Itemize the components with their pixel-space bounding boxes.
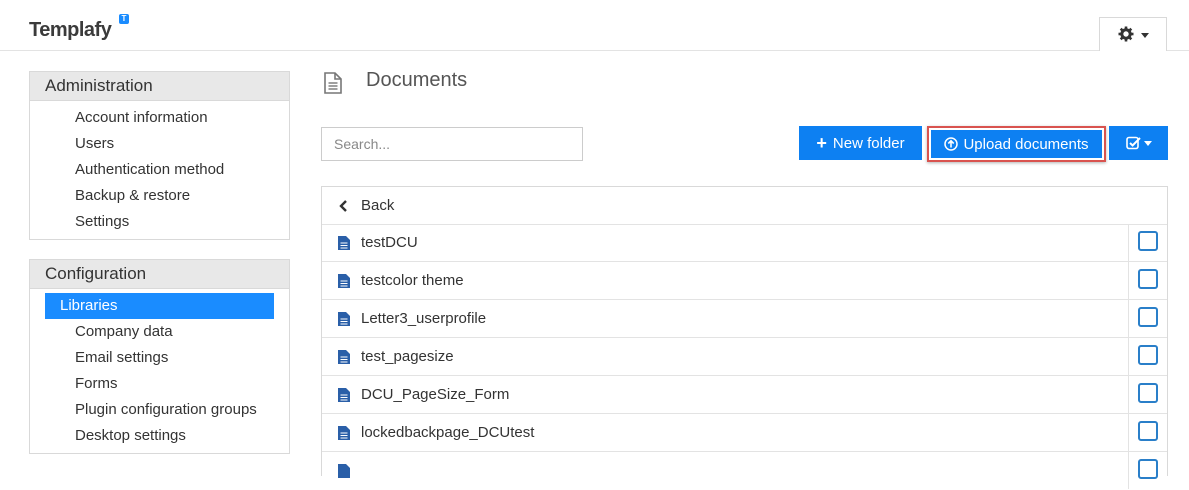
file-icon [338, 274, 350, 288]
file-name[interactable]: testcolor theme [361, 262, 464, 299]
list-item[interactable]: testDCU [322, 224, 1167, 262]
back-row[interactable]: Back [322, 187, 1167, 225]
new-folder-button[interactable]: + New folder [799, 126, 922, 160]
logo-badge: T [119, 14, 129, 24]
checkbox-cell [1128, 414, 1168, 451]
row-checkbox[interactable] [1138, 383, 1158, 403]
checkbox-cell [1128, 376, 1168, 413]
settings-dropdown-button[interactable] [1099, 17, 1167, 51]
row-checkbox[interactable] [1138, 231, 1158, 251]
document-icon [324, 72, 342, 94]
file-icon [338, 464, 350, 478]
chevron-left-icon [339, 200, 347, 212]
configuration-panel: Configuration Libraries Company data Ema… [29, 259, 290, 454]
search-input[interactable] [321, 127, 583, 161]
upload-circle-icon [944, 137, 959, 151]
row-checkbox[interactable] [1138, 459, 1158, 479]
checkbox-cell [1128, 224, 1168, 261]
logo[interactable]: Templafy [29, 19, 112, 42]
configuration-heading: Configuration [30, 260, 289, 289]
row-checkbox[interactable] [1138, 345, 1158, 365]
file-name[interactable]: testDCU [361, 224, 418, 261]
sidebar-item-account-information[interactable]: Account information [45, 105, 274, 131]
file-name[interactable]: Letter3_userprofile [361, 300, 486, 337]
chevron-down-icon [1143, 140, 1152, 146]
administration-heading: Administration [30, 72, 289, 101]
file-icon [338, 236, 350, 250]
upload-highlight: Upload documents [927, 126, 1106, 162]
bulk-select-dropdown-button[interactable] [1109, 126, 1168, 160]
upload-documents-label: Upload documents [963, 135, 1089, 153]
checkbox-cell [1128, 300, 1168, 337]
sidebar-item-plugin-configuration-groups[interactable]: Plugin configuration groups [45, 397, 274, 423]
file-icon [338, 426, 350, 440]
checkbox-cell [1128, 452, 1168, 489]
file-icon [338, 388, 350, 402]
row-checkbox[interactable] [1138, 421, 1158, 441]
list-item[interactable]: DCU_PageSize_Form [322, 376, 1167, 414]
back-label: Back [361, 197, 395, 214]
check-square-icon [1125, 136, 1141, 150]
document-list: Back testDCU testcolor theme Letter3_use… [321, 186, 1168, 489]
top-bar: Templafy T [0, 0, 1189, 51]
list-item-partial[interactable] [322, 452, 1167, 490]
sidebar-item-libraries[interactable]: Libraries [45, 293, 274, 319]
row-checkbox[interactable] [1138, 269, 1158, 289]
plus-icon: + [816, 133, 827, 153]
checkbox-cell [1128, 262, 1168, 299]
list-item[interactable]: testcolor theme [322, 262, 1167, 300]
file-name[interactable]: test_pagesize [361, 338, 454, 375]
sidebar-item-users[interactable]: Users [45, 131, 274, 157]
sidebar-item-company-data[interactable]: Company data [45, 319, 274, 345]
sidebar-item-forms[interactable]: Forms [45, 371, 274, 397]
new-folder-label: New folder [832, 134, 905, 152]
list-item[interactable]: Letter3_userprofile [322, 300, 1167, 338]
file-name[interactable]: DCU_PageSize_Form [361, 376, 509, 413]
sidebar-item-email-settings[interactable]: Email settings [45, 345, 274, 371]
administration-panel: Administration Account information Users… [29, 71, 290, 240]
sidebar-item-desktop-settings[interactable]: Desktop settings [45, 423, 274, 449]
chevron-down-icon [1141, 33, 1149, 38]
sidebar-item-settings[interactable]: Settings [45, 209, 274, 235]
page-title: Documents [366, 69, 468, 91]
file-icon [338, 312, 350, 326]
checkbox-cell [1128, 338, 1168, 375]
file-name[interactable]: lockedbackpage_DCUtest [361, 414, 534, 451]
file-icon [338, 350, 350, 364]
list-item[interactable]: lockedbackpage_DCUtest [322, 414, 1167, 452]
sidebar-item-backup-restore[interactable]: Backup & restore [45, 183, 274, 209]
upload-documents-button[interactable]: Upload documents [931, 130, 1102, 158]
sidebar-item-authentication-method[interactable]: Authentication method [45, 157, 274, 183]
list-item[interactable]: test_pagesize [322, 338, 1167, 376]
row-checkbox[interactable] [1138, 307, 1158, 327]
gear-icon [1118, 26, 1134, 42]
